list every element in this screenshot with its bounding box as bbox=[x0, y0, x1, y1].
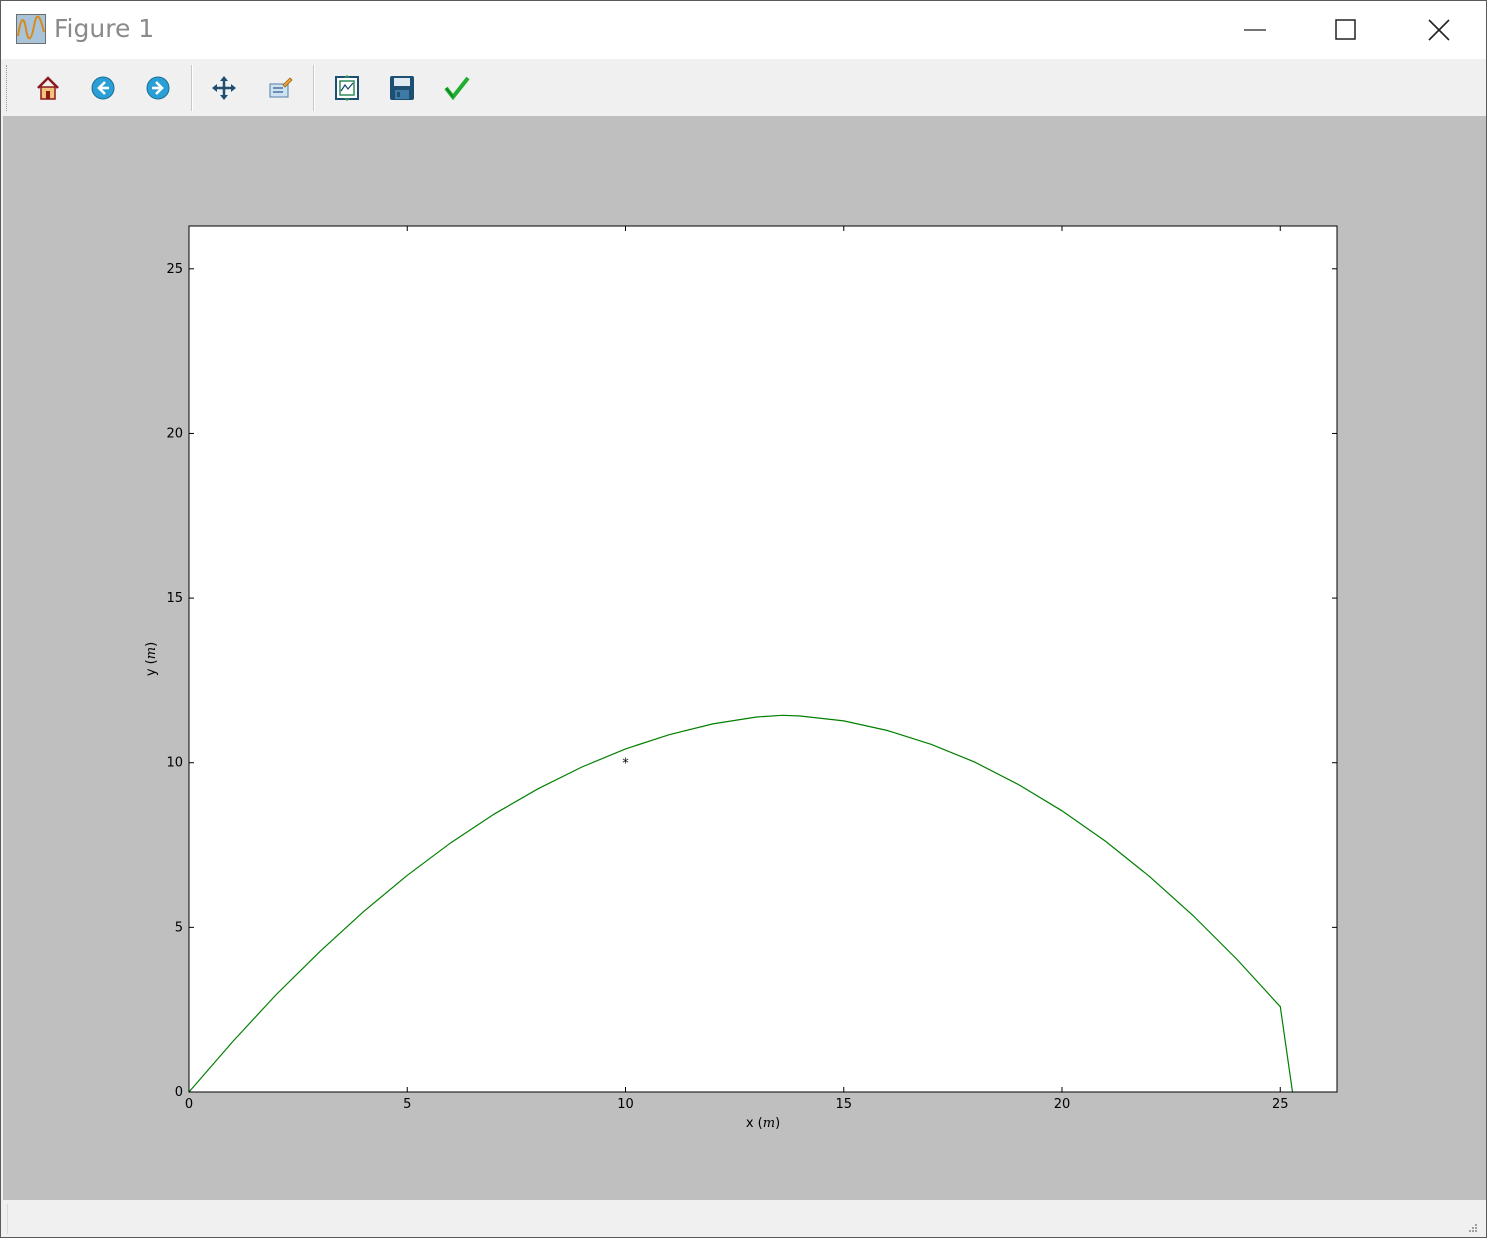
pan-button[interactable] bbox=[207, 71, 241, 105]
star-marker-point: * bbox=[622, 757, 629, 772]
x-tick-label: 0 bbox=[185, 1097, 193, 1112]
subplots-button[interactable] bbox=[330, 71, 364, 105]
zoom-rect-icon bbox=[269, 77, 293, 98]
toolbar-grip[interactable] bbox=[6, 65, 9, 111]
toolbar-separator bbox=[191, 65, 193, 111]
y-tick-label: 10 bbox=[166, 756, 183, 771]
x-tick-label: 5 bbox=[403, 1097, 411, 1112]
x-tick-label: 20 bbox=[1054, 1097, 1071, 1112]
x-axis-label-variable: m bbox=[763, 1116, 775, 1131]
home-icon bbox=[37, 76, 59, 100]
x-tick-label: 25 bbox=[1272, 1097, 1289, 1112]
y-tick-label: 20 bbox=[166, 426, 183, 441]
back-arrow-icon bbox=[91, 76, 115, 100]
edit-parameters-button[interactable] bbox=[440, 71, 474, 105]
y-axis-label-prefix: y ( bbox=[144, 659, 159, 676]
x-axis-label: x (m) bbox=[746, 1116, 780, 1131]
y-tick-label: 15 bbox=[166, 591, 183, 606]
maximize-icon bbox=[1335, 19, 1356, 40]
zoom-button[interactable] bbox=[263, 71, 297, 105]
y-axis-label-suffix: ) bbox=[144, 642, 159, 647]
matplotlib-figure-icon bbox=[16, 14, 46, 44]
minimize-button[interactable] bbox=[1210, 1, 1300, 59]
close-icon bbox=[1428, 19, 1450, 41]
y-tick-label: 5 bbox=[175, 920, 183, 935]
y-tick-label: 25 bbox=[166, 262, 183, 277]
x-tick-label: 10 bbox=[617, 1097, 634, 1112]
status-bar bbox=[1, 1200, 1486, 1237]
x-axis-label-suffix: ) bbox=[775, 1116, 780, 1131]
status-message-area bbox=[7, 1204, 1480, 1234]
forward-arrow-icon bbox=[146, 76, 170, 100]
axes-background bbox=[189, 226, 1337, 1092]
close-button[interactable] bbox=[1394, 1, 1484, 59]
maximize-button[interactable] bbox=[1301, 1, 1391, 59]
x-axis-label-prefix: x ( bbox=[746, 1116, 763, 1131]
home-button[interactable] bbox=[31, 71, 65, 105]
figure-canvas[interactable]: 0 5 10 15 20 25 0 5 10 15 20 25 * x (m) y (m) bbox=[3, 116, 1486, 1200]
title-bar[interactable]: Figure 1 bbox=[1, 1, 1486, 59]
move-icon bbox=[212, 76, 236, 100]
window-title: Figure 1 bbox=[54, 14, 155, 43]
minimize-icon bbox=[1244, 29, 1266, 31]
checkmark-icon bbox=[444, 76, 470, 101]
toolbar-separator bbox=[313, 65, 315, 111]
y-axis-label-variable: m bbox=[144, 647, 159, 659]
y-tick-label: 0 bbox=[175, 1085, 183, 1100]
figure-window: Figure 1 0 5 10 15 20 25 0 5 10 15 20 25… bbox=[0, 0, 1487, 1238]
x-tick-label: 15 bbox=[835, 1097, 852, 1112]
forward-button[interactable] bbox=[141, 71, 175, 105]
y-axis-label: y (m) bbox=[144, 642, 159, 676]
resize-grip-icon[interactable] bbox=[1468, 1223, 1478, 1233]
floppy-disk-icon bbox=[390, 76, 414, 100]
save-button[interactable] bbox=[385, 71, 419, 105]
subplots-icon bbox=[335, 75, 359, 101]
plot-svg[interactable]: 0 5 10 15 20 250510152025 * x (m) y (m) bbox=[3, 116, 1486, 1200]
back-button[interactable] bbox=[86, 71, 120, 105]
